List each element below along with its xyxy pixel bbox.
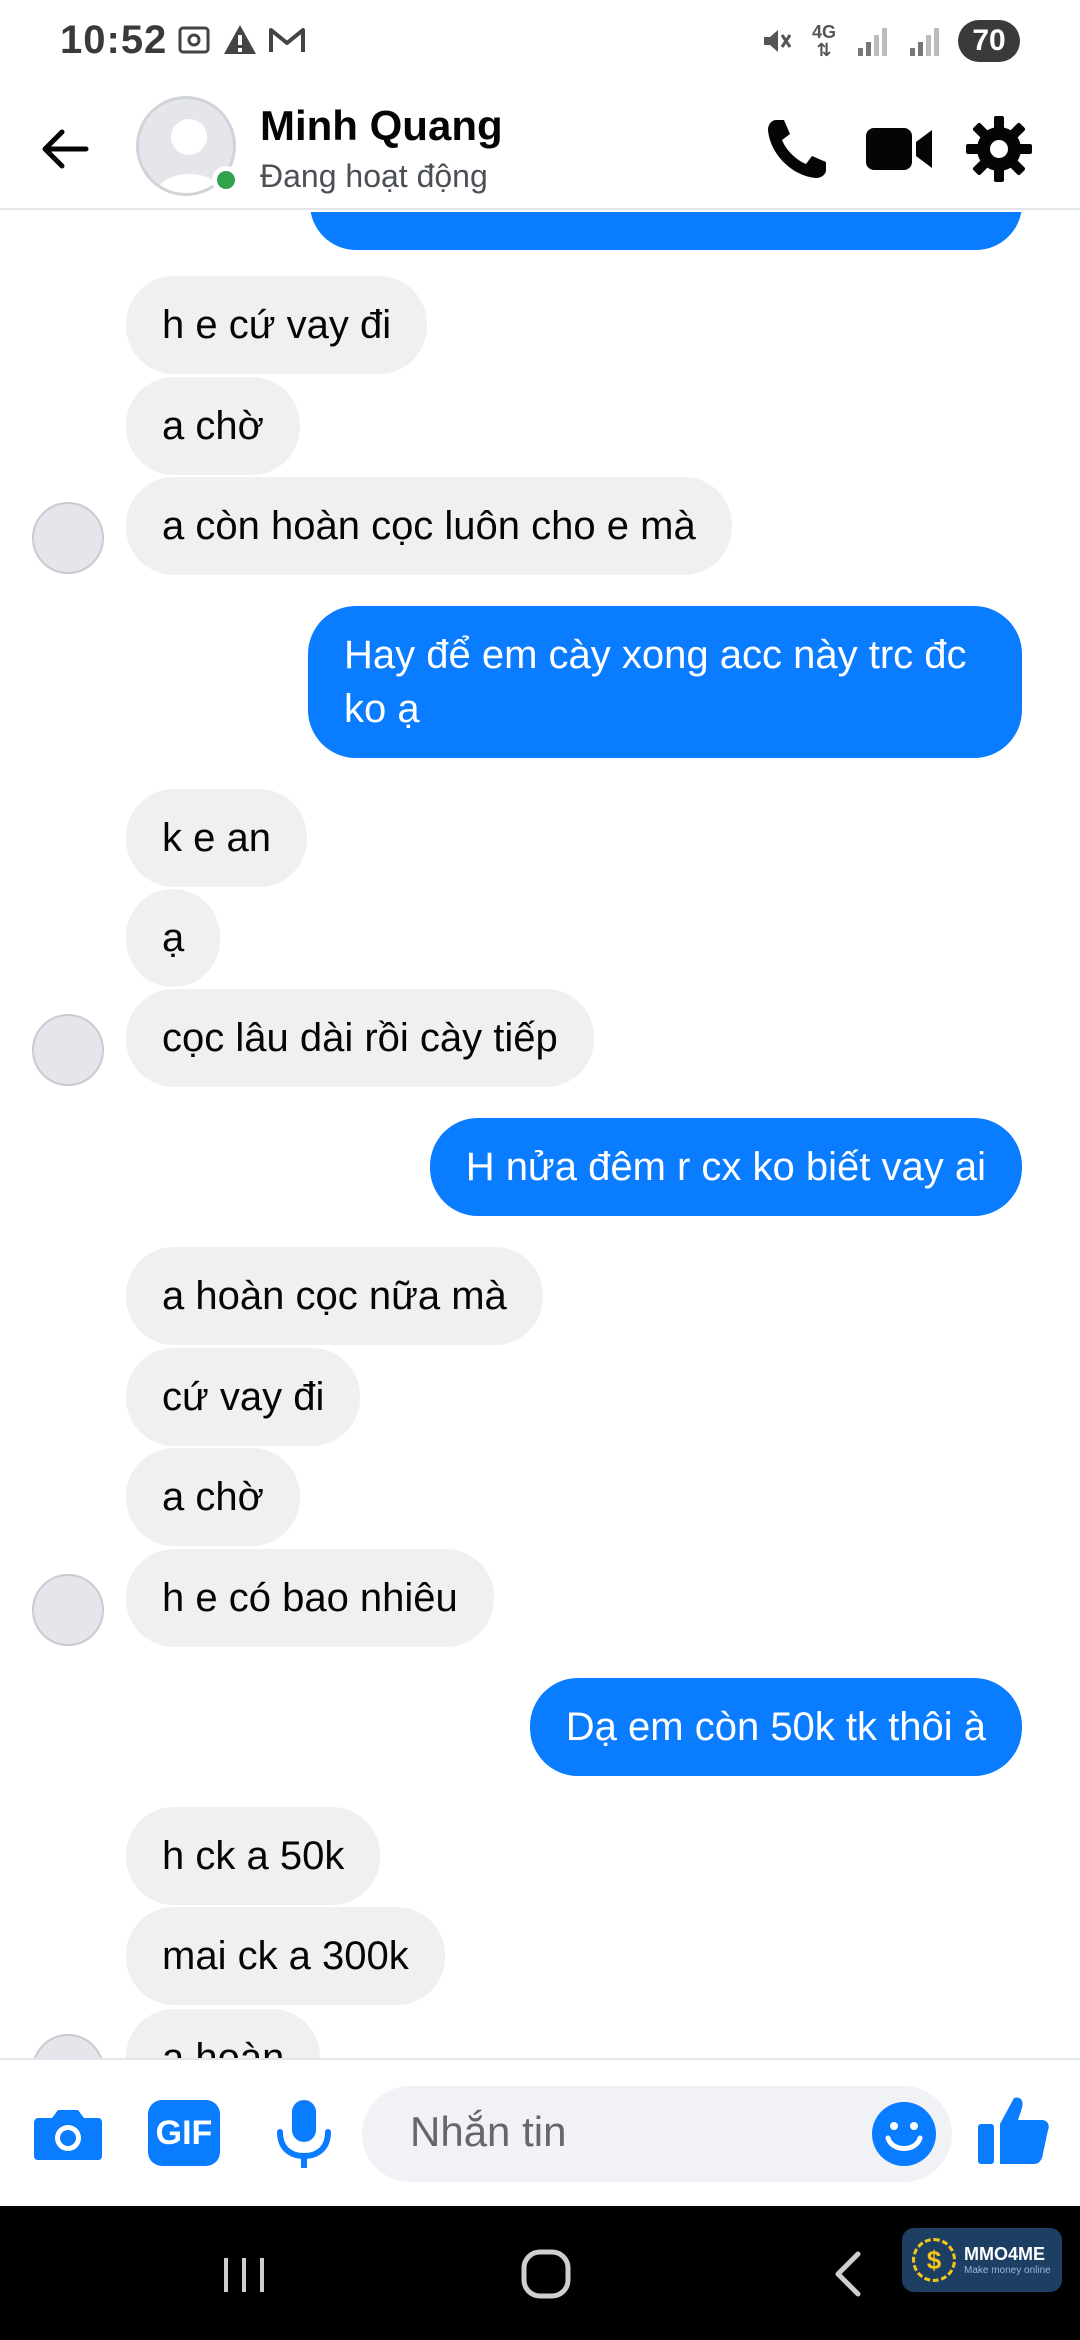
message-bubble-incoming[interactable]: cứ vay đi [126, 1348, 361, 1446]
status-right-icons: 4G ⇅ 70 [758, 20, 1020, 62]
phone-icon[interactable] [760, 112, 834, 186]
message-composer: GIF Nhắn tin [0, 2058, 1080, 2206]
message-bubble-incoming[interactable]: a chờ [126, 377, 300, 475]
sender-avatar[interactable] [32, 2034, 104, 2058]
message-input[interactable]: Nhắn tin [362, 2086, 952, 2182]
status-left-icons [176, 22, 306, 58]
message-bubble-outgoing[interactable]: Dạ em còn 50k tk thôi à [529, 1678, 1022, 1776]
battery-indicator: 70 [958, 20, 1020, 62]
message-bubble-incoming[interactable]: a hoàn [126, 2009, 321, 2058]
contact-status: Đang hoạt động [260, 158, 488, 194]
message-bubble-outgoing[interactable]: H nửa đêm r cx ko biết vay ai [429, 1118, 1022, 1216]
watermark-subtitle: Make money online [964, 2265, 1051, 2276]
signal-icon [858, 28, 887, 56]
back-nav-icon[interactable] [820, 2244, 880, 2304]
gear-icon[interactable] [962, 112, 1036, 186]
status-bar: 10:52 4G ⇅ 70 [0, 0, 1080, 86]
online-status-dot [212, 166, 240, 194]
microphone-icon[interactable] [266, 2096, 342, 2172]
status-time: 10:52 [60, 18, 168, 62]
sender-avatar[interactable] [32, 1014, 104, 1086]
recent-apps-icon[interactable] [214, 2244, 274, 2304]
message-bubble-incoming[interactable]: ạ [126, 889, 221, 987]
system-navigation-bar: $ MMO4ME Make money online [0, 2206, 1080, 2340]
home-icon[interactable] [516, 2244, 576, 2304]
warning-icon [224, 25, 256, 54]
message-bubble-incoming[interactable]: k e an [126, 789, 307, 887]
gif-button[interactable]: GIF [148, 2100, 220, 2166]
message-bubble-incoming[interactable]: mai ck a 300k [126, 1907, 445, 2005]
watermark-logo: $ MMO4ME Make money online [902, 2228, 1062, 2292]
video-call-icon[interactable] [862, 112, 936, 186]
contact-name[interactable]: Minh Quang [260, 102, 503, 150]
sender-avatar[interactable] [32, 502, 104, 574]
network-type: 4G ⇅ [811, 22, 836, 60]
signal-icon [910, 28, 939, 56]
watermark-title: MMO4ME [964, 2244, 1045, 2264]
message-bubble-outgoing[interactable]: Hay để em cày xong acc này trc đc ko ạ [308, 606, 1022, 758]
gmail-icon [269, 28, 305, 52]
message-list[interactable]: h e cứ vay đi a chờ a còn hoàn cọc luôn … [0, 212, 1080, 2058]
message-bubble-incoming[interactable]: h ck a 50k [126, 1807, 381, 1905]
message-bubble-incoming[interactable]: a còn hoàn cọc luôn cho e mà [126, 477, 732, 575]
emoji-icon[interactable] [870, 2100, 938, 2168]
mute-icon [763, 30, 792, 52]
sender-avatar[interactable] [32, 1574, 104, 1646]
like-thumb-icon[interactable] [974, 2090, 1054, 2170]
message-bubble-incoming[interactable]: cọc lâu dài rồi cày tiếp [126, 989, 594, 1087]
dollar-coin-icon: $ [912, 2238, 956, 2282]
message-bubble-incoming[interactable]: a hoàn cọc nữa mà [126, 1247, 543, 1345]
back-arrow-icon[interactable] [36, 120, 94, 178]
camera-icon[interactable] [30, 2096, 106, 2172]
message-bubble-incoming[interactable]: a chờ [126, 1448, 300, 1546]
message-bubble-incoming[interactable]: h e có bao nhiêu [126, 1549, 494, 1647]
screenshot-icon [178, 26, 210, 54]
message-bubble-outgoing-partial[interactable] [310, 212, 1022, 250]
chat-header: Minh Quang Đang hoạt động [0, 86, 1080, 210]
message-bubble-incoming[interactable]: h e cứ vay đi [126, 276, 428, 374]
message-input-placeholder: Nhắn tin [410, 2108, 567, 2155]
